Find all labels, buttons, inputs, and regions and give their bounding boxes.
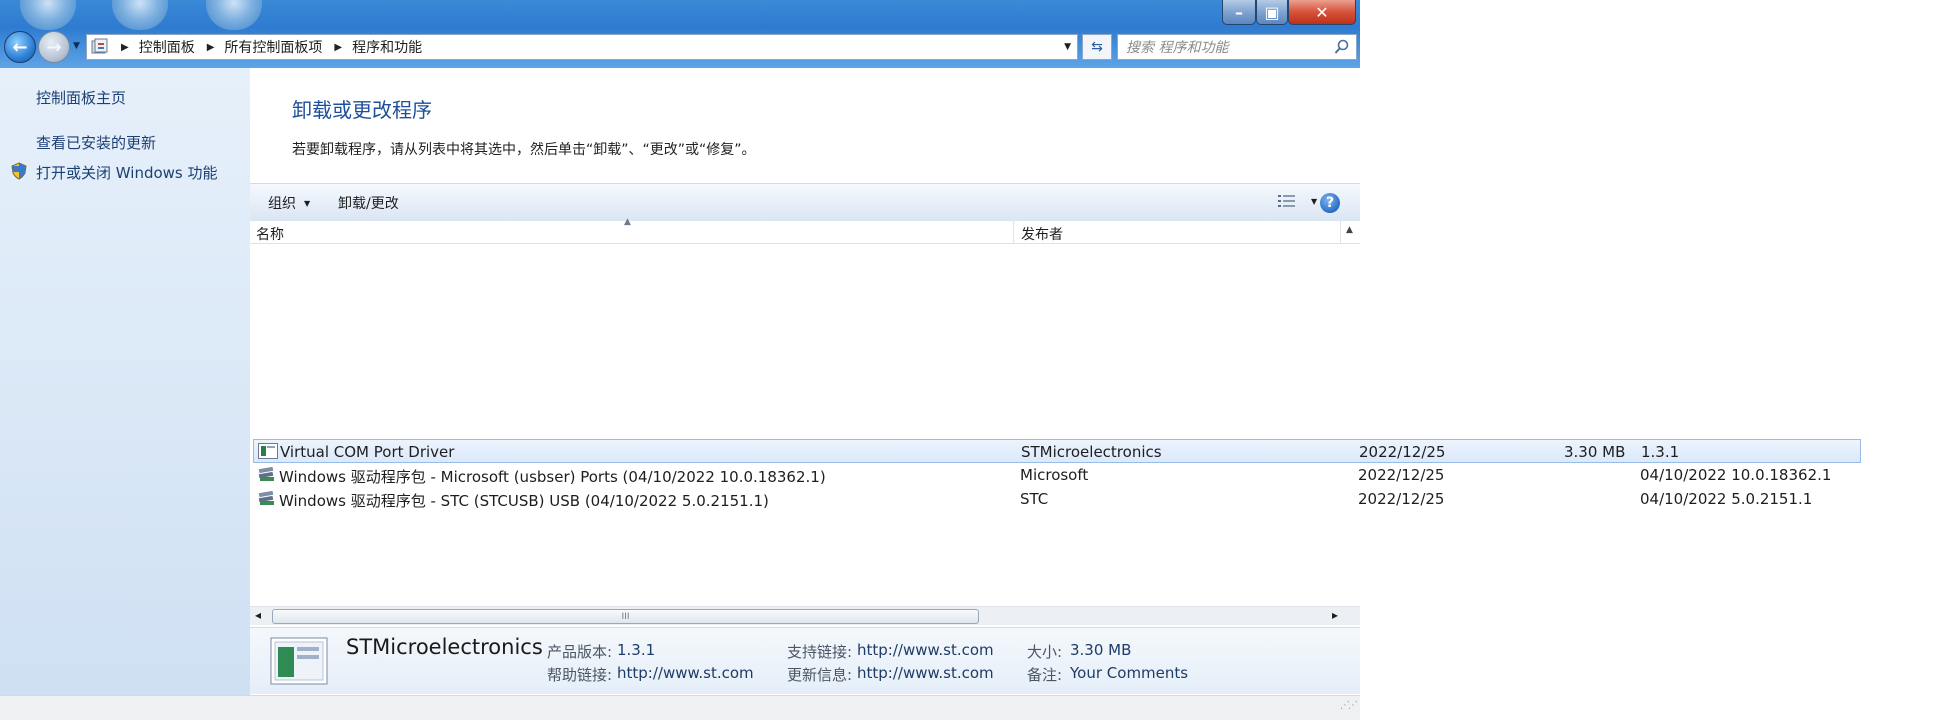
command-toolbar: 组织 ▼ 卸载/更改 ▼ ? [250,183,1360,222]
update-info-label: 更新信息: [787,666,853,684]
program-publisher: STC [1020,490,1049,508]
minimize-button[interactable]: – [1222,0,1256,25]
organize-button[interactable]: 组织 ▼ [268,193,310,213]
chevron-down-icon: ▼ [304,198,311,208]
size-label: 大小: [1027,643,1063,661]
search-placeholder: 搜索 程序和功能 [1126,40,1229,56]
column-header-publisher[interactable]: 发布者 [1021,224,1063,244]
comments-label: 备注: [1027,666,1063,684]
shield-icon [11,162,27,180]
organize-label: 组织 [268,196,296,212]
column-header-row: 名称 ▲ 发布者 ▲ [250,217,1360,244]
breadcrumb-separator-icon[interactable]: ▶ [334,42,342,53]
support-link[interactable]: http://www.st.com [857,641,994,659]
breadcrumb-all-items[interactable]: 所有控制面板项 [224,37,322,57]
breadcrumb-control-panel[interactable]: 控制面板 [139,37,195,57]
help-link[interactable]: http://www.st.com [617,664,754,682]
address-dropdown-icon[interactable]: ▼ [1064,42,1071,52]
column-divider[interactable] [1013,221,1014,243]
breadcrumb-programs[interactable]: 程序和功能 [352,37,422,57]
program-name: Windows 驱动程序包 - Microsoft (usbser) Ports… [279,468,826,486]
forward-button[interactable]: → [38,31,70,63]
minimize-icon: – [1235,2,1243,22]
support-link-label: 支持链接: [787,643,853,661]
status-bar: ⋰⋰ [0,695,1360,720]
title-bar: – ▣ ✕ ← → ▼ ▶ 控制面板 ▶ 所有控制面板项 ▶ 程序和功能 ▼ ⇆… [0,0,1360,68]
scroll-right-icon[interactable]: ▸ [1332,608,1338,622]
help-link-label: 帮助链接: [547,666,613,684]
program-install-date: 2022/12/25 [1359,443,1446,461]
program-install-date: 2022/12/25 [1358,466,1445,484]
program-name: Virtual COM Port Driver [280,443,455,461]
driver-package-icon [258,490,274,505]
maximize-button[interactable]: ▣ [1256,0,1288,25]
back-arrow-icon: ← [12,36,28,58]
driver-package-icon [258,466,274,481]
program-version: 04/10/2022 5.0.2151.1 [1640,490,1813,508]
history-dropdown-icon[interactable]: ▼ [73,41,80,51]
program-version: 1.3.1 [1641,443,1680,461]
size-value: 3.30 MB [1070,641,1132,659]
chevron-down-icon: ▼ [1311,196,1318,206]
refresh-icon: ⇆ [1091,39,1103,55]
page-title: 卸载或更改程序 [292,98,432,122]
resize-grip-icon[interactable]: ⋰⋰ [1340,700,1358,711]
update-info-link[interactable]: http://www.st.com [857,664,994,682]
table-row[interactable]: Windows 驱动程序包 - Microsoft (usbser) Ports… [253,463,1859,486]
search-icon[interactable] [1334,39,1350,55]
program-install-date: 2022/12/25 [1358,490,1445,508]
desktop-icon [206,0,262,30]
view-options-button[interactable]: ▼ [1277,193,1317,209]
scroll-left-icon[interactable]: ◂ [255,608,261,622]
sidebar-item-windows-features[interactable]: 打开或关闭 Windows 功能 [36,162,218,183]
program-size: 3.30 MB [1564,443,1626,461]
close-button[interactable]: ✕ [1288,0,1356,25]
sidebar-item-control-panel-home[interactable]: 控制面板主页 [36,87,126,108]
table-row[interactable]: Virtual COM Port Driver STMicroelectroni… [253,439,1861,463]
task-pane: 控制面板主页 查看已安装的更新 打开或关闭 Windows 功能 [0,68,250,695]
desktop-icon [20,0,76,30]
details-view-icon [1278,195,1295,207]
program-publisher: STMicroelectronics [1021,443,1162,461]
close-icon: ✕ [1315,2,1329,22]
breadcrumb-separator-icon[interactable]: ▶ [207,42,215,53]
control-panel-icon [91,38,108,54]
instruction-text: 若要卸载程序，请从列表中将其选中，然后单击“卸载”、“更改”或“修复”。 [292,142,756,158]
uninstall-change-button[interactable]: 卸载/更改 [338,193,399,213]
table-row[interactable]: Windows 驱动程序包 - STC (STCUSB) USB (04/10/… [253,487,1859,510]
program-publisher: Microsoft [1020,466,1089,484]
program-name: Windows 驱动程序包 - STC (STCUSB) USB (04/10/… [279,492,769,510]
refresh-button[interactable]: ⇆ [1082,34,1112,60]
comments-value: Your Comments [1070,664,1189,682]
program-large-icon [270,637,328,685]
maximize-icon: ▣ [1264,2,1280,22]
program-version: 04/10/2022 10.0.18362.1 [1640,466,1832,484]
column-divider[interactable] [1340,221,1341,243]
sidebar-item-installed-updates[interactable]: 查看已安装的更新 [36,132,156,153]
search-input[interactable]: 搜索 程序和功能 [1117,34,1357,60]
details-publisher: STMicroelectronics [346,635,543,659]
scroll-up-icon[interactable]: ▲ [1346,225,1353,235]
back-button[interactable]: ← [4,31,36,63]
grip-icon: III [621,611,630,622]
breadcrumb-separator-icon: ▶ [121,41,129,53]
help-icon[interactable]: ? [1320,193,1340,213]
sort-ascending-icon: ▲ [624,217,631,227]
address-bar[interactable]: ▶ 控制面板 ▶ 所有控制面板项 ▶ 程序和功能 ▼ [86,34,1078,60]
column-header-name[interactable]: 名称 [256,224,284,244]
scrollbar-thumb[interactable]: III [272,609,979,624]
product-version-value: 1.3.1 [617,641,656,659]
details-pane: STMicroelectronics 产品版本: 1.3.1 帮助链接: htt… [250,627,1360,694]
horizontal-scrollbar[interactable]: ◂ III ▸ [250,606,1360,625]
desktop-icon [112,0,168,30]
product-version-label: 产品版本: [547,643,613,661]
program-icon [258,443,278,459]
forward-arrow-icon: → [46,36,62,58]
